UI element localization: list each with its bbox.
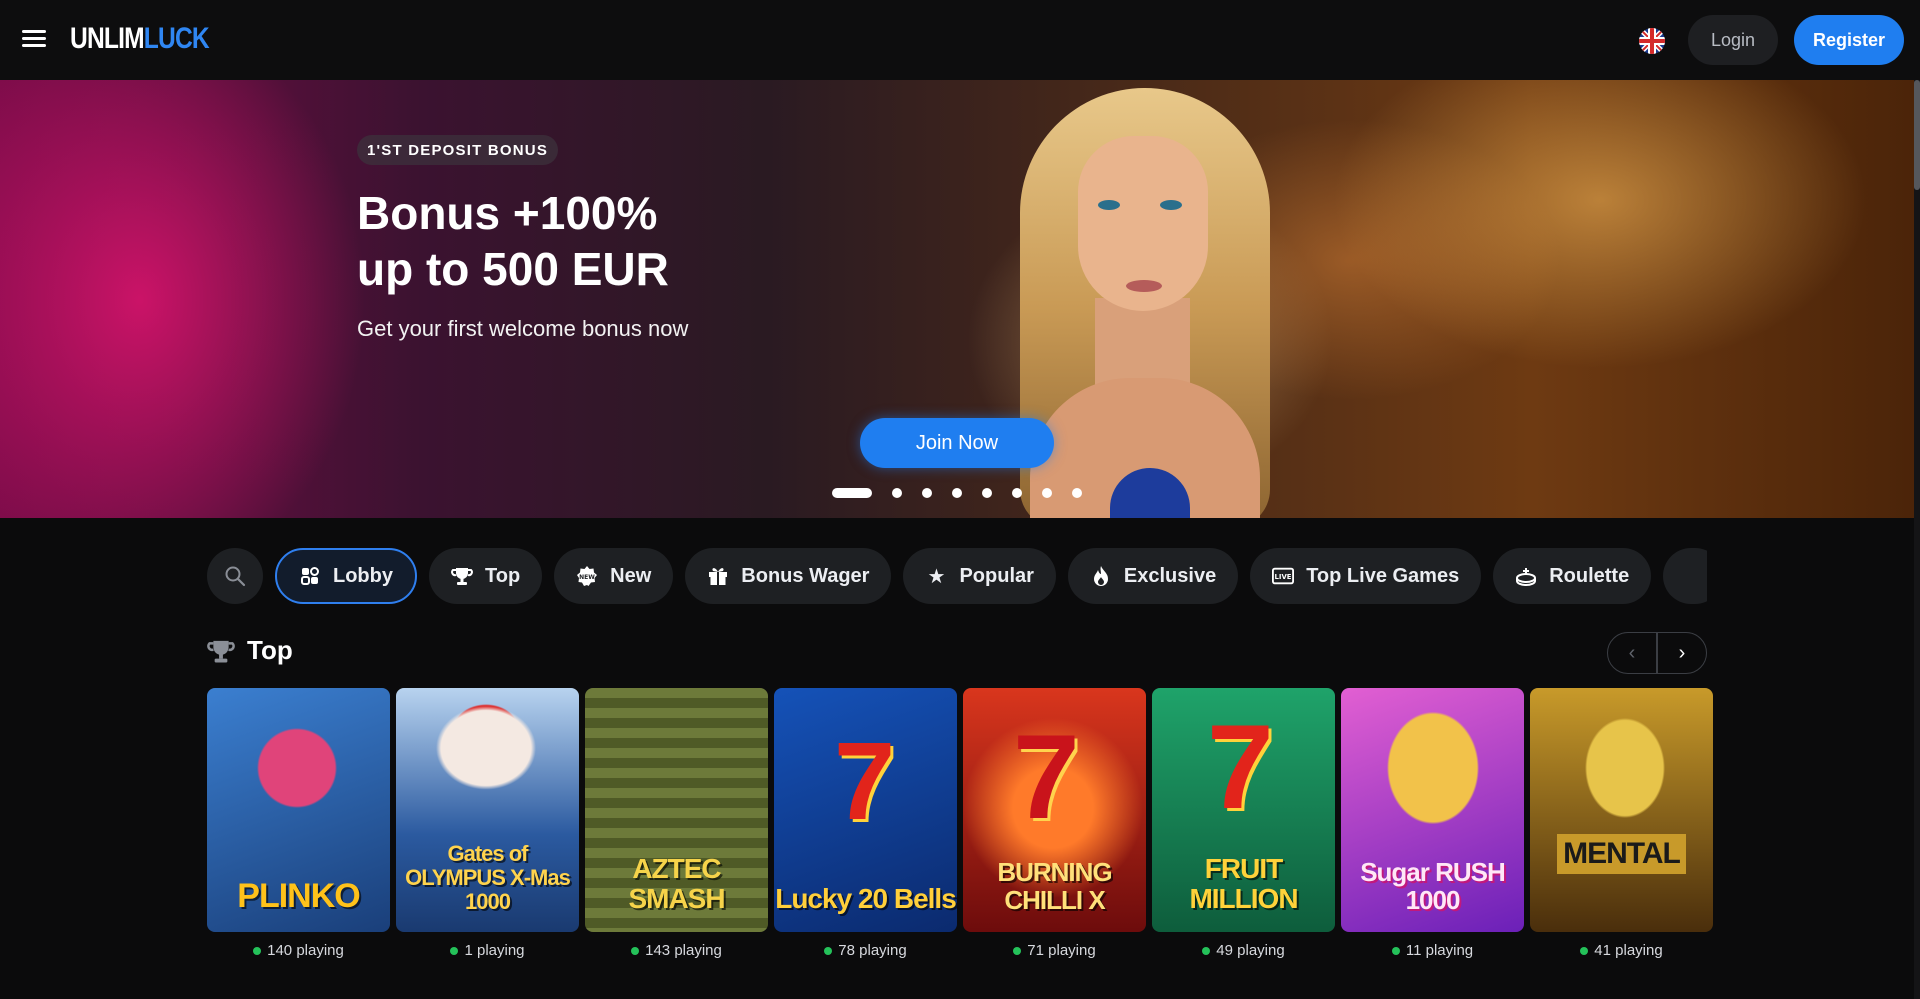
players-count: 49 playing — [1152, 942, 1335, 959]
carousel-nav: ‹ › — [1607, 632, 1707, 674]
new-badge-icon: NEW — [576, 565, 598, 587]
category-top[interactable]: Top — [429, 548, 543, 604]
search-button[interactable] — [207, 548, 263, 604]
game-card[interactable]: AZTEC SMASH 143 playing — [585, 688, 768, 959]
category-bonus-wager[interactable]: Bonus Wager — [685, 548, 892, 604]
players-count: 1 playing — [396, 942, 579, 959]
online-dot-icon — [1202, 946, 1211, 955]
next-arrow-icon[interactable]: › — [1657, 632, 1707, 674]
game-card[interactable]: Sugar RUSH 1000 11 playing — [1341, 688, 1524, 959]
prev-arrow-icon[interactable]: ‹ — [1607, 632, 1657, 674]
page-scrollbar[interactable] — [1914, 80, 1920, 999]
carousel-dot[interactable] — [892, 488, 902, 498]
game-thumbnail[interactable]: Gates of OLYMPUS X-Mas 1000 — [396, 688, 579, 932]
section-title: Top — [247, 635, 293, 665]
game-card[interactable]: MENTAL 41 playing — [1530, 688, 1713, 959]
star-icon: ★ — [927, 565, 946, 588]
category-popular[interactable]: ★ Popular — [903, 548, 1056, 604]
game-thumbnail[interactable]: 7 FRUIT MILLION — [1152, 688, 1335, 932]
site-logo[interactable]: UNLIMLUCK — [70, 22, 210, 56]
game-thumbnail[interactable]: Sugar RUSH 1000 — [1341, 688, 1524, 932]
svg-text:NEW: NEW — [579, 574, 595, 581]
gift-icon — [707, 565, 729, 587]
top-header: UNLIMLUCK Login Register — [0, 0, 1920, 80]
category-bar: Lobby Top NEW New Bonus Wager ★ Popular … — [207, 548, 1707, 604]
roulette-icon — [1515, 565, 1537, 587]
players-count: 143 playing — [585, 942, 768, 959]
hero-subtitle: Get your first welcome bonus now — [357, 316, 689, 341]
carousel-dot[interactable] — [922, 488, 932, 498]
carousel-dot[interactable] — [1012, 488, 1022, 498]
category-more[interactable] — [1663, 548, 1707, 604]
register-button[interactable]: Register — [1794, 15, 1904, 65]
search-icon — [225, 566, 246, 587]
game-card[interactable]: PLINKO 140 playing — [207, 688, 390, 959]
carousel-dot[interactable] — [982, 488, 992, 498]
game-thumbnail[interactable]: MENTAL — [1530, 688, 1713, 932]
login-button[interactable]: Login — [1688, 15, 1778, 65]
top-section-header: Top — [207, 635, 293, 666]
game-card[interactable]: 7 Lucky 20 Bells 78 playing — [774, 688, 957, 959]
flame-icon — [1090, 565, 1112, 587]
players-count: 41 playing — [1530, 942, 1713, 959]
live-icon: LIVE — [1272, 565, 1295, 587]
online-dot-icon — [631, 946, 640, 955]
game-card[interactable]: 7 FRUIT MILLION 49 playing — [1152, 688, 1335, 959]
game-card[interactable]: Gates of OLYMPUS X-Mas 1000 1 playing — [396, 688, 579, 959]
online-dot-icon — [1391, 946, 1400, 955]
online-dot-icon — [1013, 946, 1022, 955]
category-lobby[interactable]: Lobby — [275, 548, 417, 604]
players-count: 71 playing — [963, 942, 1146, 959]
uk-flag-icon[interactable] — [1639, 28, 1665, 54]
players-count: 11 playing — [1341, 942, 1524, 959]
game-thumbnail[interactable]: PLINKO — [207, 688, 390, 932]
top-games-row: PLINKO 140 playing Gates of OLYMPUS X-Ma… — [207, 688, 1713, 959]
trophy-icon — [207, 640, 235, 662]
category-top-live-games[interactable]: LIVE Top Live Games — [1250, 548, 1482, 604]
hero-banner[interactable]: 1'ST DEPOSIT BONUS Bonus +100% up to 500… — [0, 80, 1914, 518]
category-exclusive[interactable]: Exclusive — [1067, 548, 1239, 604]
online-dot-icon — [824, 946, 833, 955]
carousel-dots — [832, 488, 1082, 498]
carousel-dot[interactable] — [832, 488, 872, 498]
game-thumbnail[interactable]: AZTEC SMASH — [585, 688, 768, 932]
category-new[interactable]: NEW New — [554, 548, 674, 604]
players-count: 78 playing — [774, 942, 957, 959]
online-dot-icon — [1580, 946, 1589, 955]
game-thumbnail[interactable]: 7 BURNING CHILLI X — [963, 688, 1146, 932]
join-now-button[interactable]: Join Now — [860, 418, 1054, 468]
players-count: 140 playing — [207, 942, 390, 959]
carousel-dot[interactable] — [1072, 488, 1082, 498]
online-dot-icon — [450, 946, 459, 955]
deposit-bonus-badge: 1'ST DEPOSIT BONUS — [357, 135, 559, 165]
category-roulette[interactable]: Roulette — [1493, 548, 1652, 604]
lobby-icon — [299, 565, 321, 587]
trophy-icon — [451, 565, 473, 587]
game-thumbnail[interactable]: 7 Lucky 20 Bells — [774, 688, 957, 932]
carousel-dot[interactable] — [952, 488, 962, 498]
hero-title: Bonus +100% up to 500 EUR — [357, 187, 669, 295]
svg-text:LIVE: LIVE — [1275, 573, 1292, 581]
carousel-dot[interactable] — [1042, 488, 1052, 498]
menu-icon[interactable] — [22, 28, 46, 48]
game-card[interactable]: 7 BURNING CHILLI X 71 playing — [963, 688, 1146, 959]
online-dot-icon — [253, 946, 262, 955]
